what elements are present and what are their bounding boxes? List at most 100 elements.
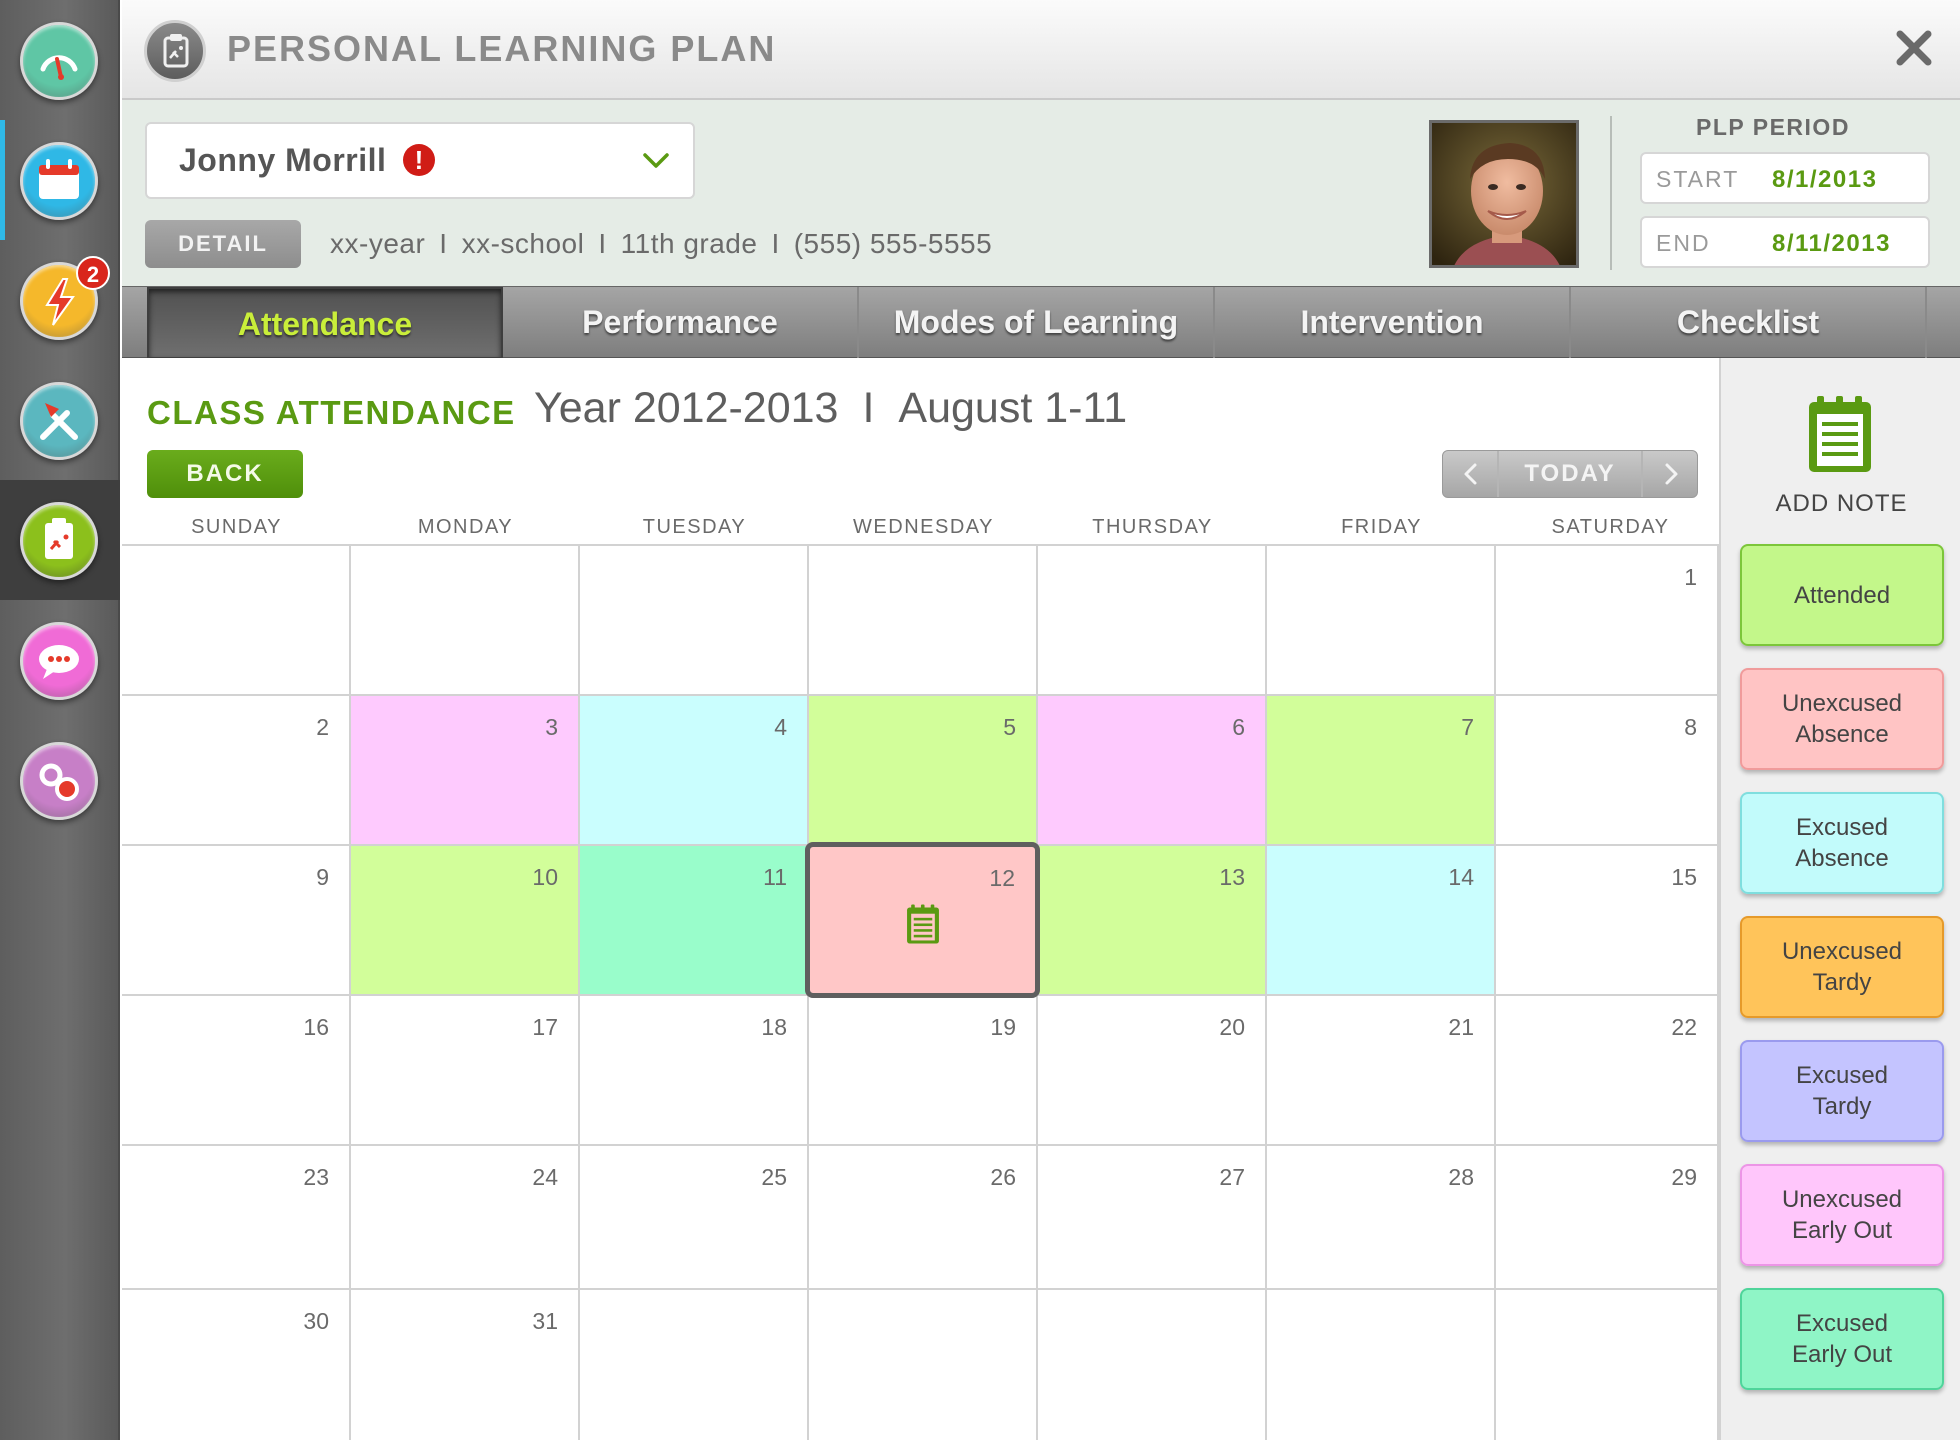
legend-excused-absence-button[interactable]: Excused Absence (1740, 792, 1944, 894)
close-icon[interactable] (1890, 24, 1938, 72)
calendar-day[interactable]: 13 (1038, 846, 1267, 996)
calendar-day[interactable]: 1 (1496, 546, 1719, 696)
separator: I (439, 228, 448, 259)
day-number: 25 (761, 1164, 787, 1190)
calendar-day[interactable]: 23 (122, 1146, 351, 1290)
calendar-day[interactable]: 24 (351, 1146, 580, 1290)
calendar-day[interactable]: 31 (351, 1290, 580, 1440)
sidebar-item-calendar[interactable] (0, 120, 120, 240)
plan-clipboard-icon (144, 20, 206, 82)
calendar-day[interactable]: 3 (351, 696, 580, 846)
legend-attended-button[interactable]: Attended (1740, 544, 1944, 646)
legend-excused-early-out-button[interactable]: Excused Early Out (1740, 1288, 1944, 1390)
day-number: 5 (1003, 714, 1016, 740)
calendar-empty-cell (1267, 1290, 1496, 1440)
calendar-day[interactable]: 18 (580, 996, 809, 1146)
add-note-button[interactable]: ADD NOTE (1721, 382, 1960, 517)
sidebar-item-plan-clipboard[interactable] (0, 480, 120, 600)
back-button[interactable]: BACK (147, 450, 303, 498)
separator: I (862, 384, 875, 432)
day-number: 20 (1219, 1014, 1245, 1040)
sidebar-item-dashboard-gauge[interactable] (0, 0, 120, 120)
calendar-day[interactable]: 16 (122, 996, 351, 1146)
legend-label: Excused Tardy (1795, 1062, 1889, 1120)
note-icon[interactable] (905, 902, 941, 946)
start-label: START (1656, 166, 1740, 192)
calendar-empty-cell (580, 1290, 809, 1440)
day-number: 7 (1461, 714, 1474, 740)
calendar-day[interactable]: 28 (1267, 1146, 1496, 1290)
calendar-day[interactable]: 29 (1496, 1146, 1719, 1290)
notepad-icon (1809, 396, 1871, 472)
calendar-day[interactable]: 5 (809, 696, 1038, 846)
calendar-day[interactable]: 20 (1038, 996, 1267, 1146)
day-number: 1 (1684, 564, 1697, 590)
attendance-calendar-panel: CLASS ATTENDANCE Year 2012-2013 I August 1… (122, 358, 1719, 1440)
sidebar-item-chat[interactable] (0, 600, 120, 720)
day-number: 2 (316, 714, 329, 740)
plp-start-field[interactable]: START 8/1/2013 (1640, 152, 1930, 204)
calendar-day[interactable]: 30 (122, 1290, 351, 1440)
day-number: 6 (1232, 714, 1245, 740)
day-number: 18 (761, 1014, 787, 1040)
calendar-nav: TODAY (1442, 450, 1698, 498)
calendar-day[interactable]: 27 (1038, 1146, 1267, 1290)
sidebar-item-alerts-lightning[interactable]: 2 (0, 240, 120, 360)
tab-checklist[interactable]: Checklist (1571, 287, 1927, 359)
calendar-day[interactable]: 14 (1267, 846, 1496, 996)
tab-performance[interactable]: Performance (503, 287, 859, 359)
day-number: 22 (1671, 1014, 1697, 1040)
legend-unexcused-tardy-button[interactable]: Unexcused Tardy (1740, 916, 1944, 1018)
calendar-empty-cell (1496, 1290, 1719, 1440)
sidebar-item-tools[interactable] (0, 360, 120, 480)
settings-gears-icon (20, 742, 98, 820)
calendar-day[interactable]: 4 (580, 696, 809, 846)
calendar-day[interactable]: 12 (805, 842, 1040, 998)
today-button[interactable]: TODAY (1499, 451, 1641, 497)
student-info-panel: Jonny Morrill ! DETAIL xx-year Ixx-school… (122, 100, 1960, 286)
detail-button[interactable]: DETAIL (145, 220, 301, 268)
calendar-day[interactable]: 2 (122, 696, 351, 846)
next-button[interactable] (1641, 451, 1697, 497)
calendar-day[interactable]: 26 (809, 1146, 1038, 1290)
prev-button[interactable] (1443, 451, 1499, 497)
tab-attendance[interactable]: Attendance (147, 287, 503, 359)
chevron-left-icon (1464, 463, 1477, 485)
separator: I (598, 228, 607, 259)
section-title: CLASS ATTENDANCE (147, 394, 516, 431)
legend-label: Unexcused Tardy (1781, 938, 1903, 996)
legend-unexcused-early-out-button[interactable]: Unexcused Early Out (1740, 1164, 1944, 1266)
calendar-grid: 1 2 3 4 5 6 7 8 9 10 11 12 13 14 15 16 17 18 19 20 21 22 23 24 2… (122, 544, 1719, 1440)
calendar-empty-cell (1038, 1290, 1267, 1440)
plp-period-label: PLP PERIOD (1696, 114, 1850, 140)
calendar-day[interactable]: 9 (122, 846, 351, 996)
weekday-tuesday: TUESDAY (642, 516, 747, 538)
sidebar-item-settings-gears[interactable] (0, 720, 120, 840)
legend-excused-tardy-button[interactable]: Excused Tardy (1740, 1040, 1944, 1142)
calendar-day[interactable]: 10 (351, 846, 580, 996)
calendar-day[interactable]: 6 (1038, 696, 1267, 846)
calendar-day[interactable]: 22 (1496, 996, 1719, 1146)
tab-modes-of-learning[interactable]: Modes of Learning (859, 287, 1215, 359)
calendar-day[interactable]: 8 (1496, 696, 1719, 846)
chat-icon (20, 622, 98, 700)
legend-label: Excused Early Out (1791, 1310, 1893, 1368)
dashboard-gauge-icon (20, 22, 98, 100)
period-title: Year 2012-2013 I August 1-11 (534, 384, 1127, 433)
calendar-day[interactable]: 11 (580, 846, 809, 996)
end-label: END (1656, 230, 1711, 256)
calendar-day[interactable]: 7 (1267, 696, 1496, 846)
calendar-day[interactable]: 17 (351, 996, 580, 1146)
student-select[interactable]: Jonny Morrill ! (145, 122, 695, 199)
calendar-day[interactable]: 21 (1267, 996, 1496, 1146)
tab-bar: Attendance Performance Modes of Learning… (122, 286, 1960, 359)
day-number: 8 (1684, 714, 1697, 740)
calendar-day[interactable]: 19 (809, 996, 1038, 1146)
legend-unexcused-absence-button[interactable]: Unexcused Absence (1740, 668, 1944, 770)
student-phone: (555) 555-5555 (793, 228, 993, 259)
tab-intervention[interactable]: Intervention (1215, 287, 1571, 359)
student-grade: 11th grade (620, 228, 758, 259)
calendar-day[interactable]: 25 (580, 1146, 809, 1290)
plp-end-field[interactable]: END 8/11/2013 (1640, 216, 1930, 268)
calendar-day[interactable]: 15 (1496, 846, 1719, 996)
